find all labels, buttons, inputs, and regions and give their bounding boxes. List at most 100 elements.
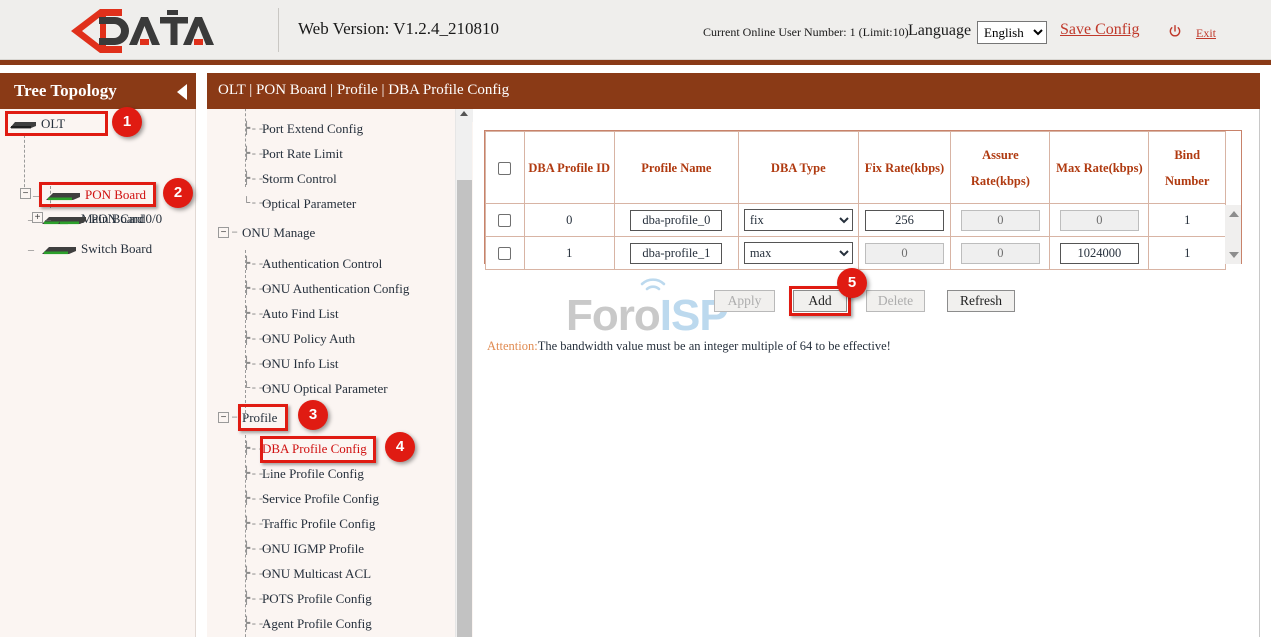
annotation-badge-5: 5 (837, 268, 867, 298)
menu-scrollbar[interactable] (455, 105, 472, 637)
tree-node-label: OLT (41, 116, 65, 131)
card-icon (56, 215, 88, 226)
menu-item-optical-parameter[interactable]: Optical Parameter (262, 196, 356, 212)
menu-item-agent-profile-config[interactable]: Agent Profile Config (262, 616, 372, 632)
select-all-header (486, 132, 525, 204)
power-icon[interactable] (1168, 24, 1182, 38)
tree-topology-header: Tree Topology (0, 73, 196, 109)
dba-profile-table: DBA Profile ID Profile Name DBA Type Fix… (485, 131, 1226, 270)
menu-item-line-profile-config[interactable]: Line Profile Config (262, 466, 364, 482)
apply-button[interactable]: Apply (714, 290, 775, 312)
menu-item-traffic-profile-config[interactable]: Traffic Profile Config (262, 516, 375, 532)
cell-dba-type: fix (739, 204, 858, 237)
cell-bind-number: 1 (1149, 237, 1226, 270)
table-scrollbar[interactable] (1225, 205, 1241, 264)
header-divider (278, 8, 279, 52)
navigation-menu-list: ┝--- Port Extend Config ┝--- Port Rate L… (207, 105, 455, 637)
fix-rate-input[interactable] (865, 210, 944, 231)
cell-profile-id: 0 (524, 204, 614, 237)
tree-node-label: Switch Board (81, 241, 152, 256)
tree-dash: – (45, 212, 51, 227)
tree-node-switch-board[interactable]: Switch Board (40, 241, 152, 257)
watermark-foro: Foro (566, 291, 660, 340)
menu-item-onu-authentication-config[interactable]: ONU Authentication Config (262, 281, 409, 297)
breadcrumb: OLT | PON Board | Profile | DBA Profile … (218, 82, 509, 99)
table-scroll-up-arrow[interactable] (1229, 211, 1239, 217)
row-select-cell (486, 204, 525, 237)
menu-item-auto-find-list[interactable]: Auto Find List (262, 306, 339, 322)
cell-assure-rate (951, 237, 1050, 270)
language-select[interactable]: English (977, 21, 1047, 44)
menu-item-port-rate-limit[interactable]: Port Rate Limit (262, 146, 343, 162)
menu-expander-onu-manage[interactable]: − (218, 227, 229, 238)
menu-scroll-thumb[interactable] (457, 180, 472, 637)
menu-item-onu-info-list[interactable]: ONU Info List (262, 356, 339, 372)
menu-item-onu-igmp-profile[interactable]: ONU IGMP Profile (262, 541, 364, 557)
language-label: Language (908, 22, 971, 40)
delete-button[interactable]: Delete (866, 290, 925, 312)
cell-profile-id: 1 (524, 237, 614, 270)
row-select-cell (486, 237, 525, 270)
cell-dba-type: max (739, 237, 858, 270)
menu-item-authentication-control[interactable]: Authentication Control (262, 256, 382, 272)
col-assure-rate-line2: Rate(kbps) (953, 168, 1047, 194)
web-version-label: Web Version: V1.2.4_210810 (298, 19, 499, 39)
tree-expander-pon-board[interactable]: − (20, 188, 31, 199)
tree-node-pon-board[interactable]: PON Board (44, 187, 146, 203)
assure-rate-input (961, 243, 1040, 264)
cell-fix-rate (858, 237, 951, 270)
col-assure-rate: Assure Rate(kbps) (951, 132, 1050, 204)
menu-expander-profile[interactable]: − (218, 412, 229, 423)
cell-max-rate (1050, 204, 1149, 237)
menu-item-port-extend-config[interactable]: Port Extend Config (262, 121, 363, 137)
max-rate-input[interactable] (1060, 243, 1139, 264)
table-row: 1 max 1 (486, 237, 1226, 270)
tree-expander-pon-card[interactable]: + (32, 212, 43, 223)
col-profile-name: Profile Name (614, 132, 739, 204)
row-checkbox[interactable] (498, 214, 511, 227)
table-header-row: DBA Profile ID Profile Name DBA Type Fix… (486, 132, 1226, 204)
tree-node-olt[interactable]: OLT (8, 116, 65, 132)
dba-type-select[interactable]: fix (744, 209, 853, 231)
tree-node-label: PON Board (85, 187, 146, 202)
board-icon (40, 245, 78, 256)
menu-item-dba-profile-config[interactable]: DBA Profile Config (262, 441, 367, 457)
menu-item-service-profile-config[interactable]: Service Profile Config (262, 491, 379, 507)
tree-node-pon-card-0-0[interactable]: PON Card0/0 (56, 211, 162, 227)
save-config-link[interactable]: Save Config (1060, 21, 1140, 39)
dba-profile-table-container: DBA Profile ID Profile Name DBA Type Fix… (484, 130, 1242, 264)
menu-group-onu-manage[interactable]: ONU Manage (242, 225, 315, 241)
cell-assure-rate (951, 204, 1050, 237)
table-row: 0 fix 1 (486, 204, 1226, 237)
row-checkbox[interactable] (498, 247, 511, 260)
exit-link[interactable]: Exit (1196, 26, 1216, 41)
attention-label: Attention: (487, 339, 538, 353)
max-rate-input (1060, 210, 1139, 231)
dba-type-select[interactable]: max (744, 242, 853, 264)
menu-item-onu-multicast-acl[interactable]: ONU Multicast ACL (262, 566, 371, 582)
tree-topology-title: Tree Topology (14, 81, 117, 101)
attention-text: The bandwidth value must be an integer m… (538, 339, 891, 353)
menu-item-onu-policy-auth[interactable]: ONU Policy Auth (262, 331, 355, 347)
cell-max-rate (1050, 237, 1149, 270)
menu-group-profile[interactable]: Profile (242, 410, 277, 426)
attention-message: Attention:The bandwidth value must be an… (487, 339, 891, 354)
refresh-button[interactable]: Refresh (947, 290, 1015, 312)
col-assure-rate-line1: Assure (953, 142, 1047, 168)
collapse-panel-icon[interactable] (177, 84, 187, 100)
menu-item-pots-profile-config[interactable]: POTS Profile Config (262, 591, 372, 607)
header-accent-bar (0, 60, 1271, 65)
annotation-badge-2: 2 (163, 178, 193, 208)
table-scroll-down-arrow[interactable] (1229, 252, 1239, 258)
device-icon (8, 120, 38, 130)
menu-item-storm-control[interactable]: Storm Control (262, 171, 337, 187)
menu-item-onu-optical-parameter[interactable]: ONU Optical Parameter (262, 381, 388, 397)
col-max-rate: Max Rate(kbps) (1050, 132, 1149, 204)
profile-name-input[interactable] (630, 243, 722, 264)
select-all-checkbox[interactable] (498, 162, 511, 175)
col-bind-number: Bind Number (1149, 132, 1226, 204)
tree-dash: – (33, 188, 39, 203)
add-button[interactable]: Add (793, 290, 847, 312)
annotation-badge-1: 1 (112, 107, 142, 137)
profile-name-input[interactable] (630, 210, 722, 231)
